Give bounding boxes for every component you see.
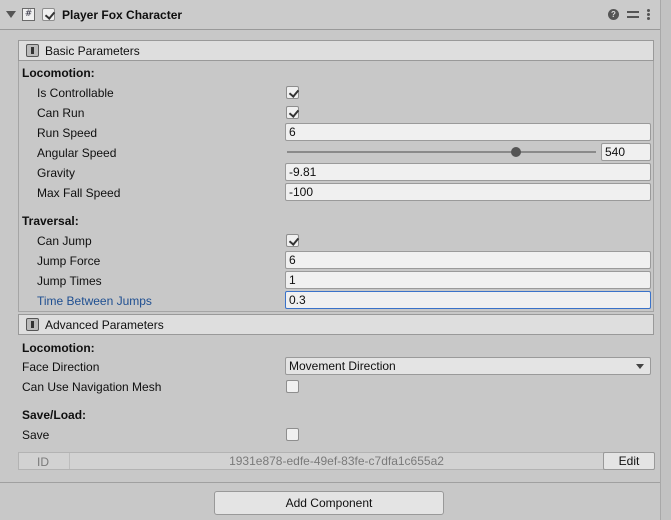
saveload-title: Save/Load:	[22, 408, 87, 422]
advanced-parameters-header[interactable]: Advanced Parameters	[18, 314, 654, 335]
is-controllable-label: Is Controllable	[37, 86, 114, 100]
id-label: ID	[37, 455, 49, 469]
jump-times-label: Jump Times	[37, 274, 102, 288]
gravity-field[interactable]: -9.81	[285, 163, 651, 181]
face-direction-value: Movement Direction	[289, 359, 396, 373]
edit-id-button[interactable]: Edit	[603, 452, 655, 470]
max-fall-speed-label: Max Fall Speed	[37, 186, 121, 200]
can-jump-label: Can Jump	[37, 234, 92, 248]
script-icon: #	[22, 8, 35, 21]
advanced-locomotion-title: Locomotion:	[22, 341, 95, 355]
angular-speed-slider-knob[interactable]	[510, 147, 521, 157]
can-run-label: Can Run	[37, 106, 85, 120]
angular-speed-label: Angular Speed	[37, 146, 117, 160]
save-checkbox[interactable]	[286, 428, 299, 441]
traversal-title: Traversal:	[22, 214, 79, 228]
angular-speed-slider[interactable]	[287, 151, 596, 153]
id-bar: ID 1931e878-edfe-49ef-83fe-c7dfa1c655a2 …	[18, 452, 655, 470]
foldout-arrow-icon[interactable]	[6, 10, 16, 20]
basic-parameters-header[interactable]: Basic Parameters	[18, 40, 654, 61]
basic-parameters-label: Basic Parameters	[45, 43, 140, 58]
locomotion-title: Locomotion:	[22, 66, 95, 80]
angular-speed-field[interactable]: 540	[601, 143, 651, 161]
can-use-navmesh-label: Can Use Navigation Mesh	[22, 380, 162, 394]
divider	[0, 482, 660, 483]
id-value: 1931e878-edfe-49ef-83fe-c7dfa1c655a2	[69, 453, 603, 469]
max-fall-speed-field[interactable]: -100	[285, 183, 651, 201]
scrollbar-gutter[interactable]	[660, 0, 671, 520]
jump-force-label: Jump Force	[37, 254, 101, 268]
is-controllable-checkbox[interactable]	[286, 86, 299, 99]
kebab-menu-icon[interactable]	[647, 9, 650, 20]
time-between-jumps-field[interactable]: 0.3	[285, 291, 651, 309]
jump-times-field[interactable]: 1	[285, 271, 651, 289]
header-actions: ?	[608, 9, 650, 20]
component-enabled-checkbox[interactable]	[42, 8, 55, 21]
component-header: # Player Fox Character ?	[0, 0, 660, 30]
gravity-label: Gravity	[37, 166, 76, 180]
jump-force-field[interactable]: 6	[285, 251, 651, 269]
add-component-button[interactable]: Add Component	[214, 491, 444, 515]
presets-icon[interactable]	[627, 9, 639, 20]
section-icon	[26, 44, 39, 57]
face-direction-label: Face Direction	[22, 360, 100, 374]
chevron-down-icon	[636, 364, 644, 369]
can-run-checkbox[interactable]	[286, 106, 299, 119]
save-label: Save	[22, 428, 50, 442]
advanced-parameters-label: Advanced Parameters	[45, 317, 164, 332]
can-jump-checkbox[interactable]	[286, 234, 299, 247]
time-between-jumps-label: Time Between Jumps	[37, 294, 152, 308]
face-direction-dropdown[interactable]: Movement Direction	[285, 357, 651, 375]
component-title: Player Fox Character	[62, 7, 183, 22]
can-use-navmesh-checkbox[interactable]	[286, 380, 299, 393]
run-speed-field[interactable]: 6	[285, 123, 651, 141]
help-icon[interactable]: ?	[608, 9, 619, 20]
section-icon	[26, 318, 39, 331]
run-speed-label: Run Speed	[37, 126, 98, 140]
